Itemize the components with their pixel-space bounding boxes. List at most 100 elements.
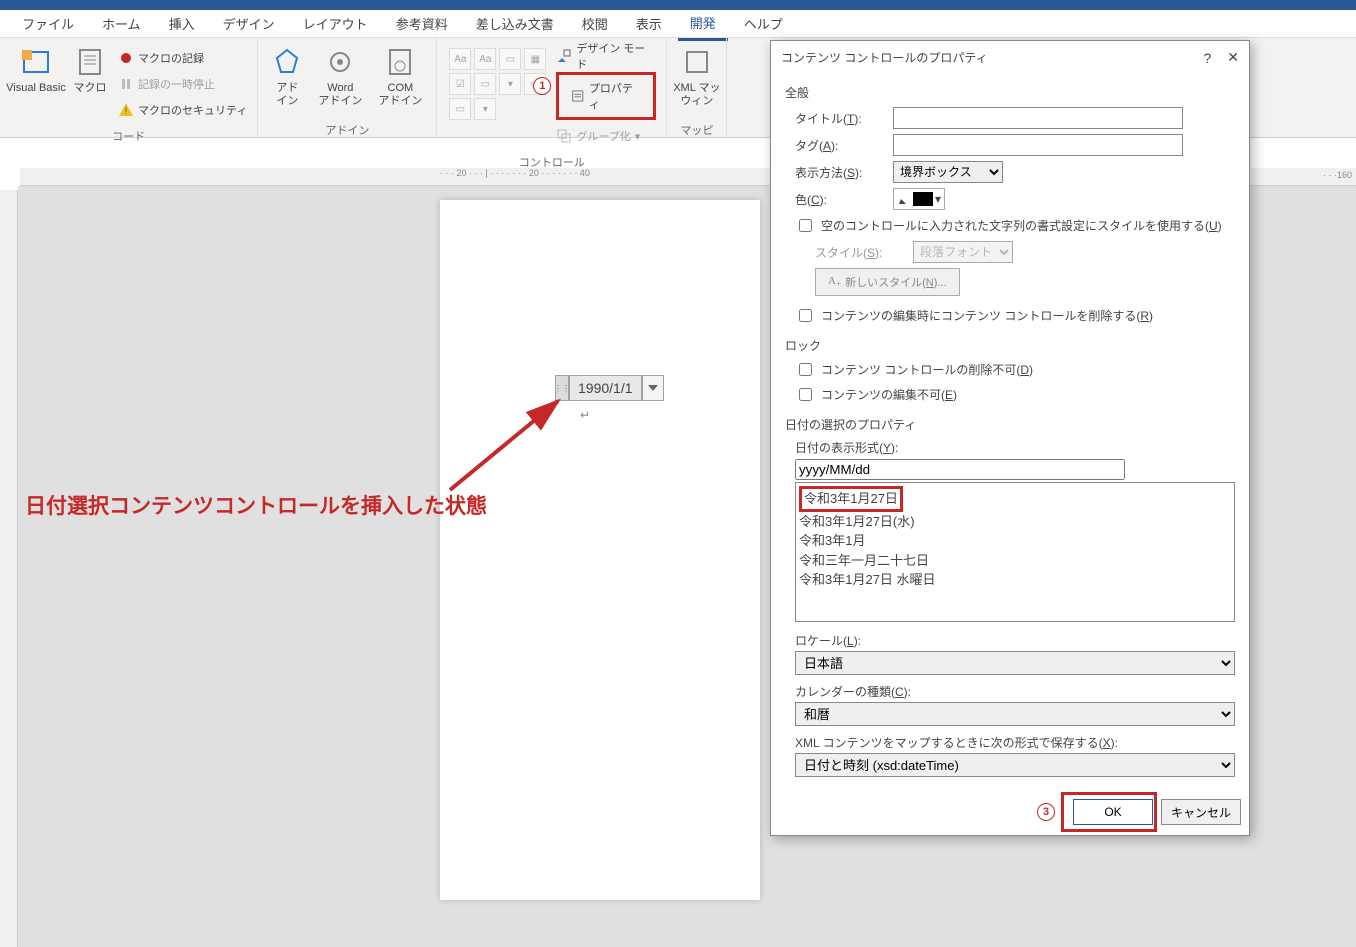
callout-3: 3	[1037, 803, 1055, 821]
rich-text-control[interactable]: Aa	[449, 48, 471, 70]
lock-edit-label: コンテンツの編集不可(E)	[821, 386, 957, 403]
use-style-checkbox[interactable]	[799, 219, 812, 232]
chevron-down-icon	[648, 385, 658, 391]
style-label: スタイル(S):	[805, 244, 905, 261]
tag-label: タグ(A):	[785, 137, 885, 154]
tab-review[interactable]: 校閲	[570, 8, 620, 39]
show-select[interactable]: 境界ボックス	[893, 161, 1003, 183]
date-format-listbox[interactable]: 2 令和3年1月27日 令和3年1月27日(水) 令和3年1月 令和三年一月二十…	[795, 482, 1235, 622]
checkbox-control[interactable]: ☑	[449, 73, 471, 95]
close-button[interactable]: ✕	[1227, 49, 1239, 66]
group-mapping: XML マッ ウィン マッピ	[667, 38, 727, 137]
pause-recording-button: 記録の一時停止	[118, 74, 247, 94]
tab-help[interactable]: ヘルプ	[732, 8, 795, 39]
plain-text-control[interactable]: Aa	[474, 48, 496, 70]
record-macro-button[interactable]: マクロの記録	[118, 48, 247, 68]
combo-control[interactable]: ▭	[474, 73, 496, 95]
repeating-control[interactable]: ▭	[449, 98, 471, 120]
ok-button[interactable]: OK	[1073, 799, 1153, 825]
dropdown-control[interactable]: ▾	[499, 73, 521, 95]
cancel-button[interactable]: キャンセル	[1161, 799, 1241, 825]
tab-design[interactable]: デザイン	[211, 8, 287, 39]
color-picker[interactable]: ▾	[893, 188, 945, 210]
control-grip-icon[interactable]: ⋮⋮	[555, 375, 569, 401]
lock-edit-checkbox[interactable]	[799, 388, 812, 401]
format-option-1[interactable]: 令和3年1月27日	[799, 486, 903, 512]
date-picker-content-control[interactable]: ⋮⋮ 1990/1/1	[555, 375, 664, 401]
tab-view[interactable]: 表示	[624, 8, 674, 39]
tag-input[interactable]	[893, 134, 1183, 156]
tab-home[interactable]: ホーム	[90, 8, 153, 39]
group-button: グループ化 ▾	[556, 126, 656, 146]
title-label: タイトル(T):	[785, 110, 885, 127]
legacy-control[interactable]: ▾	[474, 98, 496, 120]
content-control-properties-dialog: コンテンツ コントロールのプロパティ ? ✕ 全般 タイトル(T): タグ(A)…	[770, 40, 1250, 836]
group-icon	[556, 128, 572, 144]
calendar-select[interactable]: 和暦	[795, 702, 1235, 726]
visual-basic-button[interactable]: Visual Basic	[6, 42, 66, 120]
pen-icon	[897, 192, 911, 206]
format-option-4[interactable]: 令和三年一月二十七日	[799, 551, 1231, 571]
tab-layout[interactable]: レイアウト	[291, 8, 380, 39]
xml-format-select[interactable]: 日付と時刻 (xsd:dateTime)	[795, 753, 1235, 777]
gear-icon	[324, 46, 356, 78]
xml-format-label: XML コンテンツをマップするときに次の形式で保存する(X):	[795, 734, 1235, 751]
lock-delete-label: コンテンツ コントロールの削除不可(D)	[821, 361, 1033, 378]
group-code: Visual Basic マクロ マクロの記録 記録の一時停止 ! マクロのセキ…	[0, 38, 258, 137]
properties-button[interactable]: プロパティ	[563, 77, 649, 115]
locale-label: ロケール(L):	[795, 632, 1235, 649]
group-controls: Aa Aa ▭ ▦ ☑ ▭ ▾ ▭ ▭ ▾ デザイン モード 1	[437, 38, 667, 137]
vb-icon	[20, 46, 52, 78]
new-style-button: A+ 新しいスタイル(N)...	[815, 268, 960, 296]
date-value[interactable]: 1990/1/1	[569, 375, 642, 401]
general-section: 全般	[785, 84, 1235, 101]
tab-mailings[interactable]: 差し込み文書	[464, 8, 566, 39]
word-addin-button[interactable]: Word アドイン	[310, 42, 370, 120]
document-page[interactable]	[440, 200, 760, 900]
tab-references[interactable]: 参考資料	[384, 8, 460, 39]
tab-insert[interactable]: 挿入	[157, 8, 207, 39]
building-block-control[interactable]: ▦	[524, 48, 546, 70]
help-button[interactable]: ?	[1203, 50, 1211, 66]
date-format-input[interactable]	[795, 459, 1125, 480]
design-icon	[556, 48, 572, 64]
style-select: 段落フォント	[913, 241, 1013, 263]
dialog-title: コンテンツ コントロールのプロパティ	[781, 49, 988, 66]
tab-developer[interactable]: 開発	[678, 7, 728, 41]
com-addin-button[interactable]: COM アドイン	[370, 42, 430, 120]
date-dropdown-button[interactable]	[642, 375, 664, 401]
code-group-label: コード	[112, 126, 145, 148]
picture-control[interactable]: ▭	[499, 48, 521, 70]
xml-mapping-button[interactable]: XML マッ ウィン	[667, 42, 727, 120]
style-a-icon: A+	[828, 275, 841, 289]
group-addins: アド イン Word アドイン COM アドイン アドイン	[258, 38, 437, 137]
lock-delete-checkbox[interactable]	[799, 363, 812, 376]
addin-button[interactable]: アド イン	[264, 42, 310, 120]
macro-security-button[interactable]: ! マクロのセキュリティ	[118, 100, 247, 120]
format-option-2[interactable]: 令和3年1月27日(水)	[799, 512, 1231, 532]
chevron-down-icon: ▾	[935, 192, 941, 206]
format-label: 日付の表示形式(Y):	[795, 439, 1235, 456]
xml-icon	[681, 46, 713, 78]
format-option-3[interactable]: 令和3年1月	[799, 531, 1231, 551]
tab-file[interactable]: ファイル	[10, 8, 86, 39]
remove-on-edit-checkbox[interactable]	[799, 309, 812, 322]
record-icon	[118, 50, 134, 66]
vb-label: Visual Basic	[6, 82, 66, 95]
locale-select[interactable]: 日本語	[795, 651, 1235, 675]
design-mode-button[interactable]: デザイン モード	[556, 46, 656, 66]
date-section: 日付の選択のプロパティ	[785, 416, 1235, 433]
macro-icon	[74, 46, 106, 78]
com-icon	[384, 46, 416, 78]
title-input[interactable]	[893, 107, 1183, 129]
calendar-label: カレンダーの種類(C):	[795, 683, 1235, 700]
macro-label: マクロ	[74, 82, 107, 95]
dialog-titlebar: コンテンツ コントロールのプロパティ ? ✕	[771, 41, 1249, 74]
ruler-right-fragment: · · ·160	[1323, 170, 1352, 180]
paragraph-mark: ↵	[580, 408, 590, 422]
macro-button[interactable]: マクロ	[66, 42, 114, 120]
format-option-5[interactable]: 令和3年1月27日 水曜日	[799, 570, 1231, 590]
properties-icon	[571, 89, 585, 103]
warning-icon: !	[118, 102, 134, 118]
vertical-ruler	[0, 190, 18, 947]
